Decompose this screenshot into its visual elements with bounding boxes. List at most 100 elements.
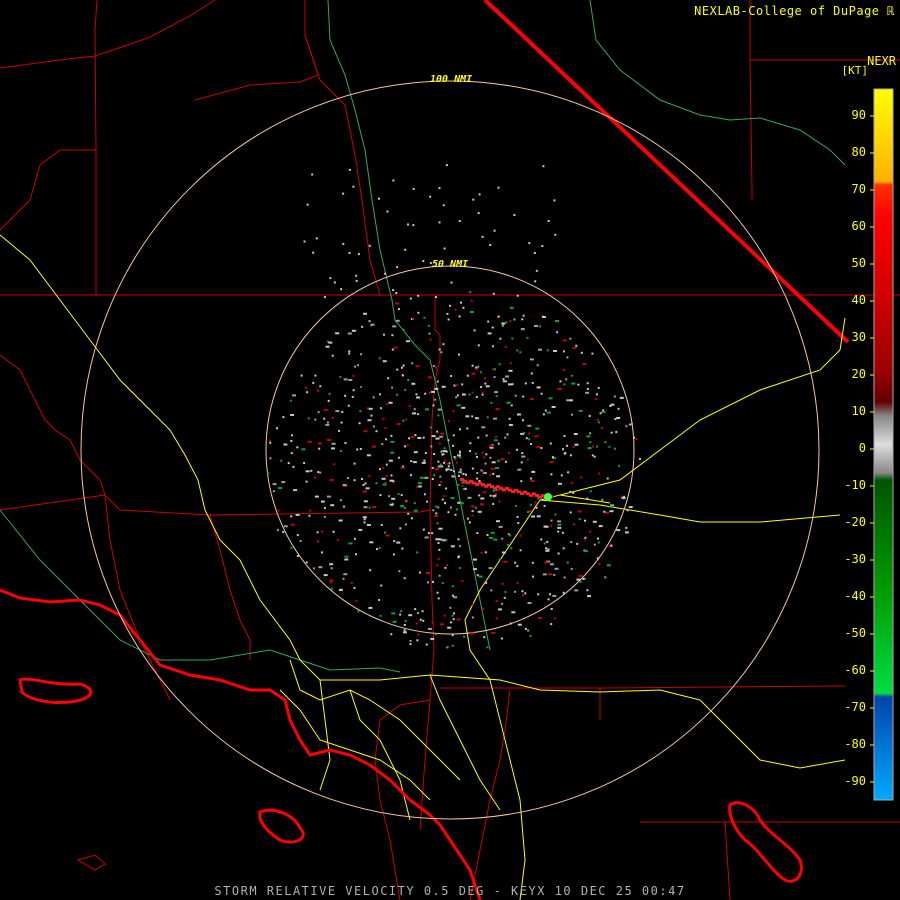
echo-pixel — [400, 610, 403, 613]
echo-pixel — [453, 612, 455, 615]
echo-pixel — [538, 348, 542, 351]
echo-pixel — [490, 531, 495, 534]
echo-pixel — [318, 566, 323, 569]
echo-pixel — [379, 614, 382, 617]
echo-pixel — [615, 431, 618, 433]
echo-pixel — [519, 549, 522, 552]
echo-pixel — [528, 242, 531, 245]
echo-pixel — [416, 413, 419, 416]
echo-pixel — [361, 477, 363, 480]
echo-pixel — [290, 546, 293, 549]
echo-pixel — [484, 462, 487, 465]
echo-pixel — [417, 311, 420, 314]
echo-pixel — [517, 468, 522, 471]
echo-pixel — [505, 375, 510, 378]
echo-pixel — [470, 299, 473, 302]
echo-pixel — [572, 491, 575, 494]
echo-pixel — [402, 631, 407, 634]
echo-pixel — [459, 545, 462, 548]
echo-pixel — [504, 346, 507, 349]
echo-pixel — [423, 493, 426, 496]
echo-pixel — [386, 403, 389, 406]
echo-pixel — [451, 614, 454, 617]
echo-pixel — [363, 506, 368, 509]
echo-pixel — [528, 438, 531, 441]
echo-pixel — [553, 573, 556, 576]
echo-pixel — [570, 567, 573, 570]
product-label: NEXR — [867, 54, 896, 68]
echo-pixel — [456, 384, 459, 387]
echo-pixel — [639, 457, 641, 460]
colorbar-tick-label: -80 — [844, 737, 866, 751]
echo-pixel — [362, 516, 367, 519]
echo-pixel — [390, 633, 393, 636]
echo-pixel — [363, 500, 368, 503]
echo-pixel — [431, 478, 434, 480]
echo-pixel — [598, 525, 603, 528]
echo-pixel — [453, 596, 458, 599]
echo-pixel — [368, 506, 371, 509]
echo-pixel — [413, 451, 418, 454]
echo-pixel — [511, 383, 514, 386]
echo-pixel — [447, 318, 450, 321]
echo-pixel — [482, 491, 487, 494]
echo-pixel — [595, 398, 598, 400]
echo-pixel — [338, 519, 343, 522]
echo-pixel — [540, 538, 543, 541]
echo-pixel — [344, 442, 347, 444]
echo-pixel — [445, 469, 448, 472]
echo-pixel — [446, 312, 449, 315]
echo-pixel — [514, 504, 517, 507]
echo-pixel — [566, 444, 569, 447]
echo-pixel — [457, 474, 460, 477]
echo-pixel — [598, 472, 601, 475]
echo-pixel — [509, 534, 512, 537]
echo-pixel — [491, 326, 494, 329]
echo-pixel — [485, 385, 490, 388]
echo-pixel — [550, 623, 553, 626]
echo-pixel — [521, 455, 526, 458]
echo-pixel — [407, 379, 410, 381]
echo-pixel — [358, 528, 363, 531]
state-border — [483, 0, 850, 344]
echo-pixel — [319, 385, 322, 388]
echo-pixel — [435, 296, 437, 299]
colorbar-tick-label: -50 — [844, 626, 866, 640]
echo-pixel — [531, 470, 536, 473]
echo-pixel — [480, 386, 483, 388]
echo-pixel — [595, 393, 598, 396]
echo-pixel — [502, 380, 507, 383]
echo-pixel — [567, 471, 570, 474]
echo-pixel — [591, 352, 594, 355]
echo-pixel — [444, 502, 447, 505]
echo-pixel — [329, 478, 334, 481]
echo-pixel — [554, 567, 559, 570]
echo-pixel — [421, 461, 426, 464]
echo-pixel — [411, 382, 416, 385]
echo-pixel — [516, 294, 519, 297]
echo-pixel — [477, 436, 480, 439]
echo-pixel — [486, 646, 489, 649]
echo-pixel — [493, 538, 498, 541]
echo-pixel — [426, 500, 429, 503]
echo-pixel — [426, 572, 430, 575]
echo-pixel — [428, 332, 431, 335]
echo-pixel — [457, 454, 461, 457]
echo-pixel — [380, 523, 383, 526]
echo-pixel — [572, 446, 575, 448]
echo-pixel — [527, 432, 530, 435]
echo-pixel — [346, 477, 349, 479]
echo-pixel — [292, 465, 295, 468]
echo-pixel — [440, 432, 445, 435]
echo-pixel — [569, 490, 572, 493]
echo-pixel — [501, 537, 504, 540]
echo-pixel — [496, 520, 500, 523]
echo-pixel — [434, 468, 439, 471]
echo-pixel — [408, 437, 411, 440]
echo-pixel — [277, 509, 280, 512]
echo-pixel — [403, 624, 406, 626]
echo-pixel — [555, 320, 559, 322]
echo-pixel — [466, 374, 469, 377]
echo-pixel — [456, 618, 461, 621]
echo-pixel — [580, 351, 583, 354]
